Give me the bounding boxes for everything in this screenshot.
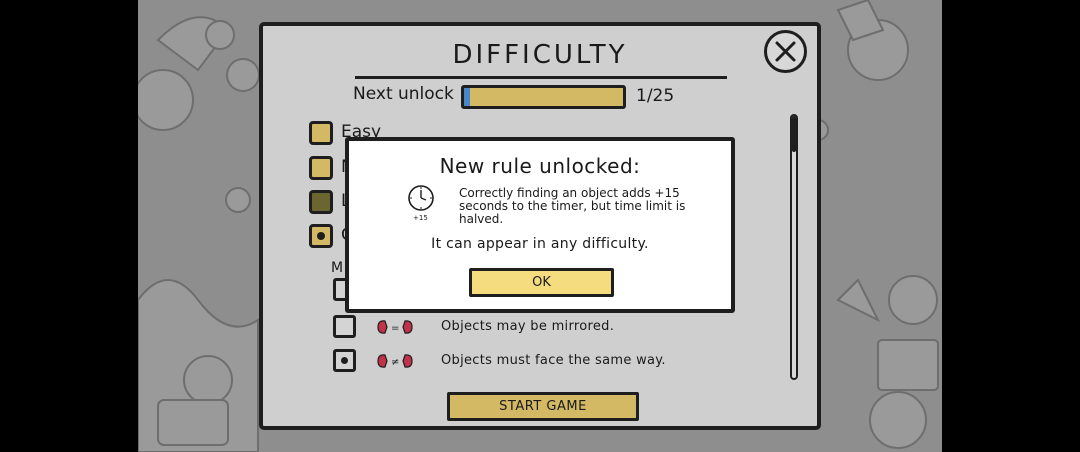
rule-checkbox-same-way[interactable] (333, 349, 356, 372)
next-unlock-label: Next unlock (353, 84, 454, 104)
new-rule-modal: New rule unlocked: +15 Correctly finding… (345, 137, 735, 313)
rule-checkbox-mirrored[interactable] (333, 315, 356, 338)
difficulty-option-easy[interactable] (309, 121, 333, 145)
svg-text:=: = (391, 323, 399, 334)
mode-section-label: M (331, 260, 344, 276)
game-stage: DIFFICULTY Next unlock 1/25 Easy N L C M… (138, 0, 942, 452)
scrollbar-thumb[interactable] (792, 116, 796, 152)
next-unlock-count: 1/25 (636, 86, 675, 106)
clock-bonus-label: +15 (413, 214, 428, 222)
ok-button[interactable]: OK (469, 268, 614, 297)
difficulty-option-2[interactable] (309, 156, 333, 180)
modal-title: New rule unlocked: (439, 154, 641, 178)
rule-text-mirrored: Objects may be mirrored. (441, 319, 615, 334)
pieces-not-equal-icon: ≠ (377, 354, 413, 368)
difficulty-option-4[interactable] (309, 224, 333, 248)
close-icon (775, 41, 796, 62)
modal-description: Correctly finding an object adds +15 sec… (459, 186, 686, 226)
close-button[interactable] (764, 30, 807, 73)
next-unlock-progress-fill (464, 88, 471, 106)
letterbox-right (942, 0, 1080, 452)
svg-text:≠: ≠ (391, 357, 399, 368)
title-underline (355, 76, 727, 79)
pieces-equal-icon: = (377, 320, 413, 334)
dialog-title: DIFFICULTY (452, 40, 628, 70)
clock-icon: +15 (408, 185, 434, 222)
options-scrollbar[interactable] (790, 114, 798, 380)
next-unlock-progress-bar (461, 85, 626, 109)
rule-text-same-way: Objects must face the same way. (441, 353, 666, 368)
difficulty-option-3[interactable] (309, 190, 333, 214)
start-game-button[interactable]: START GAME (447, 392, 639, 421)
letterbox-left (0, 0, 138, 452)
modal-note: It can appear in any difficulty. (431, 236, 649, 252)
